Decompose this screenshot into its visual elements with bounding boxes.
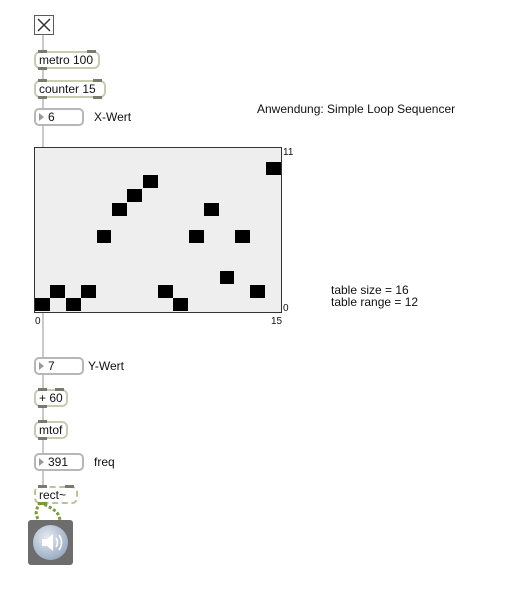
y-value: 7 [48, 359, 55, 373]
metro-object[interactable]: metro 100 [34, 50, 100, 70]
y-number-box[interactable]: 7 [34, 357, 84, 375]
mtof-object[interactable]: mtof [34, 420, 68, 440]
table-y-max: 11 [283, 147, 294, 158]
y-label: Y-Wert [88, 359, 125, 373]
table-cell [111, 202, 127, 216]
plus-object[interactable]: + 60 [34, 388, 68, 408]
patch-title: Anwendung: Simple Loop Sequencer [257, 102, 456, 116]
rect-label: rect~ [39, 488, 67, 502]
counter-label: counter 15 [39, 82, 96, 96]
table-cell [50, 284, 66, 298]
toggle-x-icon[interactable] [34, 15, 54, 35]
table-cell [96, 230, 112, 244]
table-cell [142, 175, 158, 189]
table-x-max: 15 [271, 316, 283, 327]
table-cell [204, 202, 219, 216]
table-cell [250, 284, 266, 298]
table-cell [265, 161, 281, 175]
speaker-icon[interactable] [28, 520, 73, 565]
number-arrow-icon [39, 362, 44, 370]
table-cell [81, 284, 96, 298]
mtof-label: mtof [39, 423, 63, 437]
number-arrow-icon [39, 458, 44, 466]
table-editor[interactable] [34, 147, 282, 313]
table-cell [35, 298, 50, 312]
table-y-min: 0 [283, 303, 289, 314]
number-arrow-icon [39, 113, 44, 121]
plus-label: + 60 [39, 391, 63, 405]
table-cell [65, 298, 81, 312]
freq-number-box[interactable]: 391 [34, 453, 84, 471]
rect-object[interactable]: rect~ [34, 485, 78, 505]
table-cell [127, 189, 143, 203]
x-number-box[interactable]: 6 [34, 108, 84, 126]
x-label: X-Wert [94, 110, 132, 124]
table-cell [219, 271, 235, 285]
table-cell [234, 230, 250, 244]
metro-label: metro 100 [39, 53, 94, 67]
table-cell [188, 230, 204, 244]
table-range-info: table range = 12 [331, 295, 419, 309]
table-x-min: 0 [35, 316, 41, 327]
freq-label: freq [94, 455, 115, 469]
freq-value: 391 [48, 455, 69, 469]
counter-object[interactable]: counter 15 [34, 79, 106, 99]
x-value: 6 [48, 110, 55, 124]
table-cell [173, 298, 189, 312]
table-cell [158, 284, 173, 298]
